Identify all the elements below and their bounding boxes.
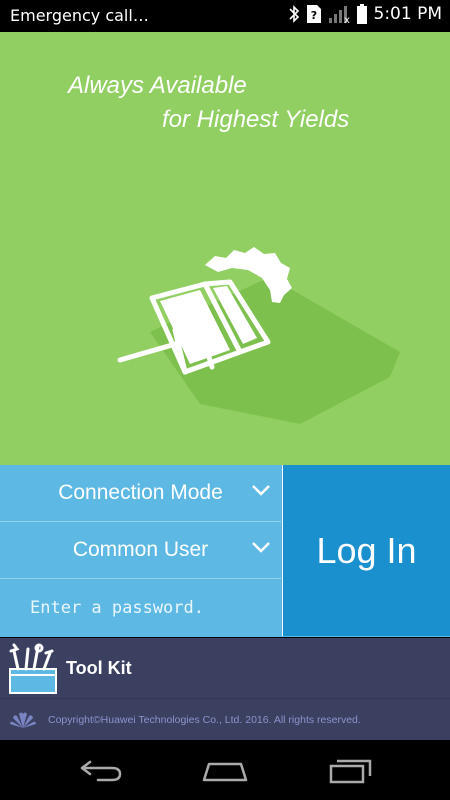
- status-carrier-text: Emergency call…: [10, 6, 149, 25]
- svg-text:x: x: [344, 15, 350, 24]
- slogan-line-1: Always Available: [68, 72, 247, 99]
- slogan-line-2: for Highest Yields: [162, 106, 350, 133]
- toolkit-label: Tool Kit: [66, 658, 132, 678]
- signal-no-service-icon: x: [328, 6, 350, 24]
- bluetooth-icon: [288, 5, 299, 23]
- status-bar: Emergency call… ? x 5:01 PM: [0, 0, 450, 32]
- login-panel: Connection Mode Common User Log In: [0, 465, 450, 637]
- hero-banner: Always Available for Highest Yields: [0, 32, 450, 465]
- chevron-down-icon: [252, 485, 270, 496]
- status-time: 5:01 PM: [373, 4, 443, 24]
- home-icon[interactable]: [201, 756, 249, 784]
- battery-icon: [356, 4, 367, 24]
- recent-apps-icon[interactable]: [328, 756, 374, 784]
- copyright-text: Copyright©Huawei Technologies Co., Ltd. …: [48, 714, 361, 726]
- huawei-logo-icon: [10, 712, 36, 728]
- footer: Copyright©Huawei Technologies Co., Ltd. …: [0, 698, 450, 741]
- toolbox-icon: [9, 643, 57, 694]
- status-icons: ? x 5:01 PM: [288, 4, 443, 24]
- chevron-down-icon: [252, 542, 270, 553]
- back-icon[interactable]: [78, 756, 124, 784]
- navigation-bar: [0, 740, 450, 800]
- login-button[interactable]: Log In: [282, 465, 450, 636]
- connection-mode-dropdown[interactable]: Connection Mode: [0, 465, 281, 522]
- connection-mode-label: Connection Mode: [58, 481, 223, 504]
- password-row: [0, 579, 281, 636]
- sim-unknown-icon: ?: [306, 5, 321, 23]
- password-input[interactable]: [28, 596, 277, 619]
- user-type-label: Common User: [72, 538, 209, 561]
- toolkit-bar[interactable]: Tool Kit: [0, 638, 450, 698]
- user-type-dropdown[interactable]: Common User: [0, 522, 281, 579]
- svg-text:?: ?: [310, 9, 316, 22]
